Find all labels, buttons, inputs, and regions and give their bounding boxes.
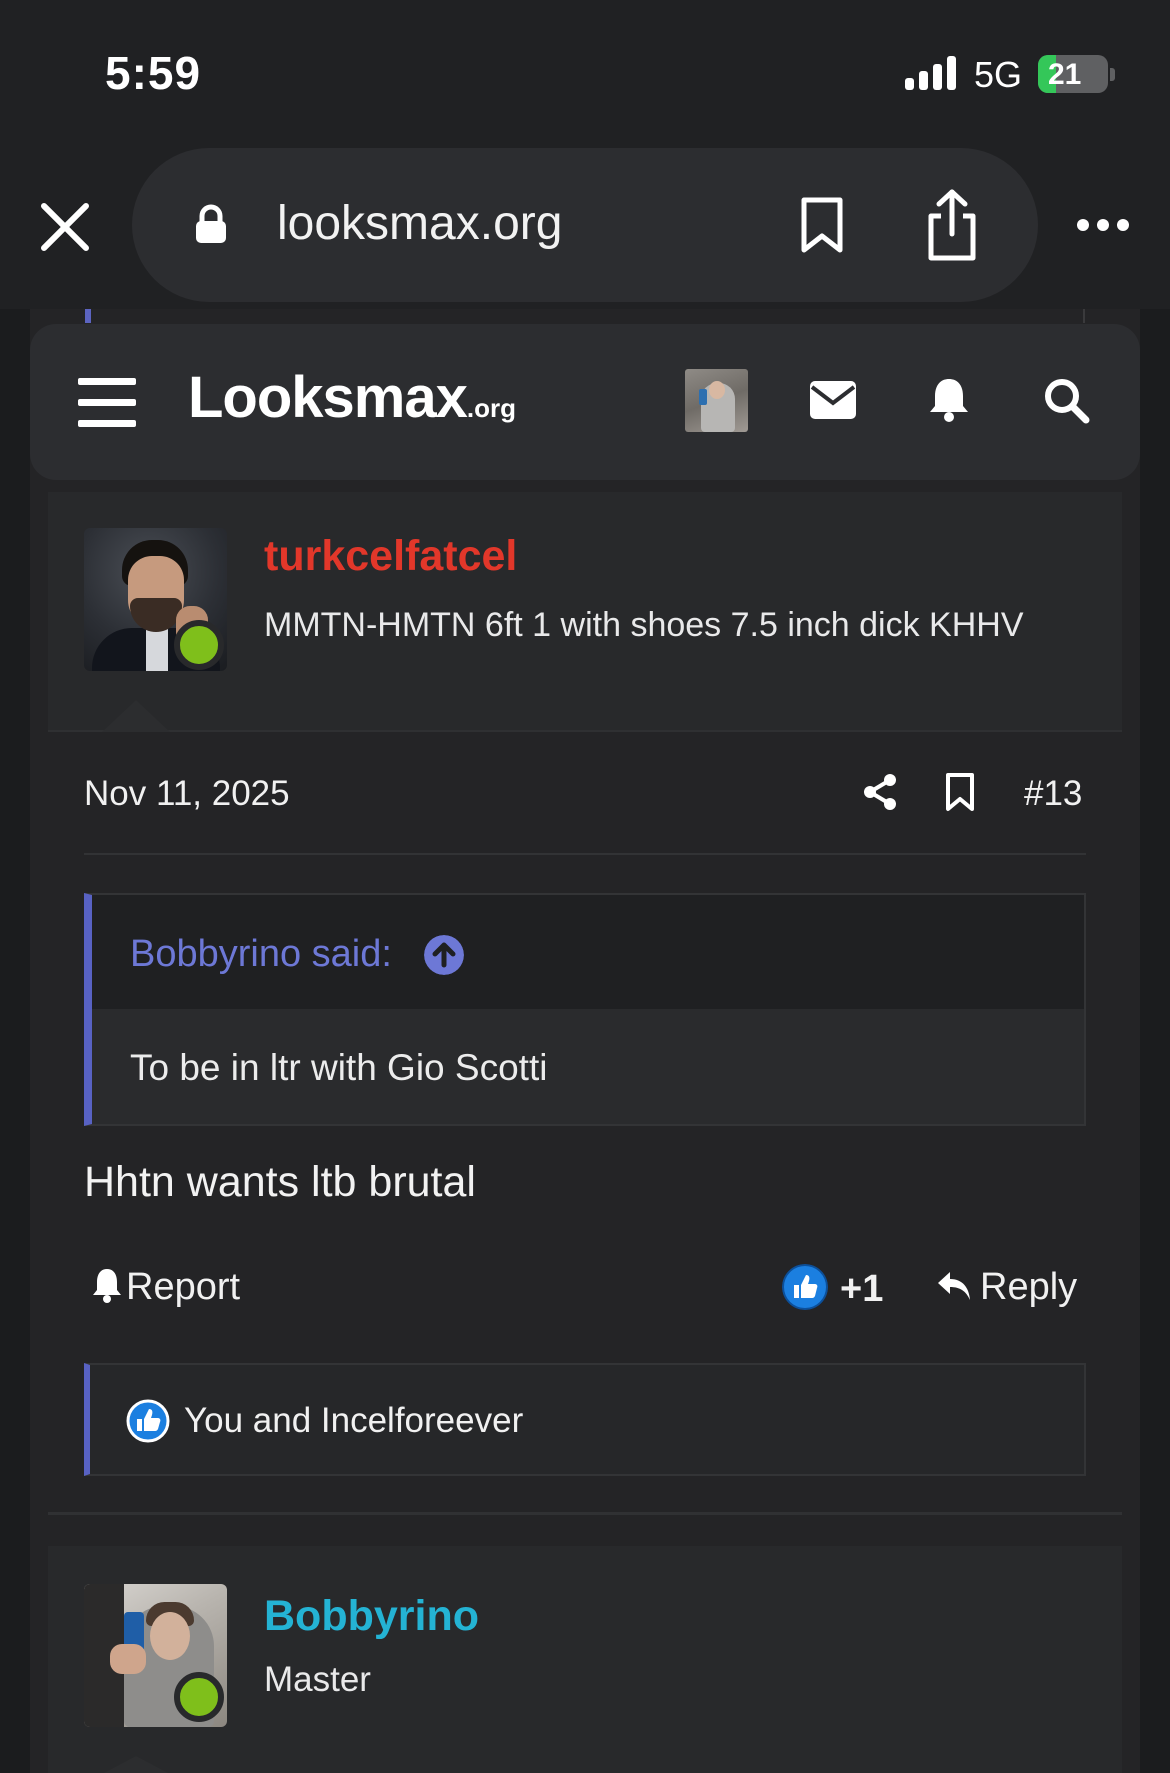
share-icon[interactable] [863, 774, 897, 810]
account-avatar[interactable] [685, 369, 748, 432]
quote-header: Bobbyrino said: [92, 895, 1084, 1009]
quote-block: Bobbyrino said: To be in ltr with Gio Sc… [84, 893, 1086, 1126]
more-icon[interactable] [1076, 214, 1130, 236]
bell-icon[interactable] [927, 376, 971, 422]
bell-icon [93, 1269, 121, 1303]
report-button[interactable]: Report [92, 1266, 240, 1309]
username[interactable]: turkcelfatcel [264, 532, 517, 581]
divider [84, 853, 1086, 855]
username[interactable]: Bobbyrino [264, 1592, 479, 1641]
like-icon [126, 1399, 170, 1443]
lock-icon [196, 204, 226, 243]
share-icon[interactable] [923, 188, 981, 262]
user-title: Master [264, 1660, 371, 1699]
battery-level: 21 [1048, 58, 1082, 91]
site-header: Looksmax.org [30, 324, 1140, 480]
user-bar-pointer [102, 1756, 170, 1773]
user-title: MMTN-HMTN 6ft 1 with shoes 7.5 inch dick… [264, 606, 1024, 644]
previous-quote-edge-right [1083, 309, 1085, 323]
battery-icon: 21 [1038, 55, 1108, 93]
bookmark-icon[interactable] [945, 772, 975, 812]
quote-text: To be in ltr with Gio Scotti [130, 1047, 548, 1088]
online-indicator [174, 1672, 224, 1722]
bookmark-icon[interactable] [799, 196, 845, 254]
reactions-bar[interactable]: You and Incelforeever [84, 1363, 1086, 1476]
post-body: Hhtn wants ltb brutal [84, 1158, 476, 1206]
logo-suffix: .org [466, 393, 516, 423]
post-user-bar: Bobbyrino Master [48, 1546, 1122, 1773]
reactions-text[interactable]: You and Incelforeever [184, 1401, 523, 1441]
browser-chrome: 5:59 5G 21 looksmax.org [0, 0, 1170, 309]
search-icon[interactable] [1042, 376, 1090, 424]
url-text[interactable]: looksmax.org [277, 196, 562, 251]
signal-icon [905, 56, 956, 90]
menu-icon[interactable] [78, 378, 136, 428]
reply-label: Reply [980, 1266, 1078, 1308]
address-bar[interactable]: looksmax.org [132, 148, 1038, 302]
post-divider [48, 1512, 1122, 1515]
quote-author[interactable]: Bobbyrino said: [130, 933, 392, 976]
previous-quote-edge [85, 309, 91, 323]
battery-nub [1110, 68, 1115, 81]
jump-to-quote-icon[interactable] [424, 935, 464, 975]
reply-button[interactable]: Reply [936, 1266, 1077, 1309]
like-icon[interactable] [782, 1264, 828, 1310]
close-icon[interactable] [38, 200, 92, 254]
status-time: 5:59 [105, 47, 202, 99]
user-bar-pointer [102, 700, 170, 732]
online-indicator [174, 620, 224, 670]
post-date[interactable]: Nov 11, 2025 [84, 774, 290, 814]
post-user-bar: turkcelfatcel MMTN-HMTN 6ft 1 with shoes… [48, 492, 1122, 732]
post-number[interactable]: #13 [1024, 774, 1082, 814]
reply-icon [938, 1272, 970, 1300]
report-label: Report [126, 1266, 241, 1308]
like-count[interactable]: +1 [840, 1268, 883, 1311]
site-logo[interactable]: Looksmax.org [188, 364, 516, 431]
network-type: 5G [974, 54, 1023, 95]
mail-icon[interactable] [810, 381, 856, 419]
